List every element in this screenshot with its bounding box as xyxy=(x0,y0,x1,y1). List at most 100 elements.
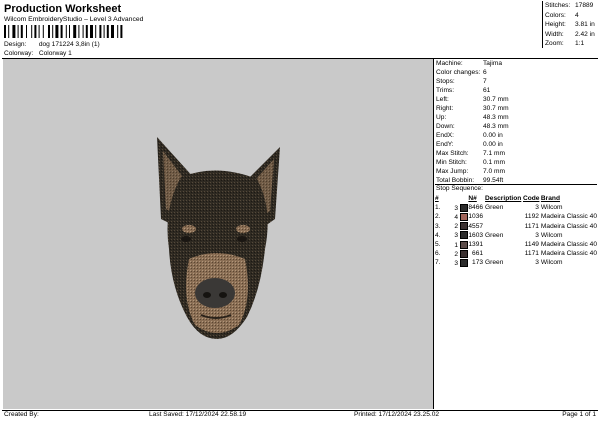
dog-embroidery-preview xyxy=(157,137,280,339)
stop-sequence-title: Stop Sequence: xyxy=(436,185,483,192)
stop-number: 3. xyxy=(435,222,441,230)
design-label: Design: xyxy=(4,41,27,48)
info-max-jump: Max Jump: 7.0 mm xyxy=(436,168,505,175)
stop-number: 6. xyxy=(435,250,441,258)
stop-sequence-row: 1. 3 8466 Green 3 Wilcom xyxy=(435,203,597,212)
machine-info-panel: Machine: Tajima Color changes: 6 Stops: 7 T… xyxy=(435,59,597,409)
info-trims: Trims: 61 xyxy=(436,87,491,94)
barcode xyxy=(4,25,123,38)
color-number: 3 xyxy=(454,203,469,212)
thread-description: Green xyxy=(485,204,504,212)
thread-n: 173 xyxy=(472,259,484,267)
design-canvas[interactable] xyxy=(3,59,433,409)
info-right: Right: 30.7 mm xyxy=(436,105,509,112)
col-n: N# xyxy=(468,195,477,203)
stop-sequence-row: 5. 1 1391 1149 Madeira Classic 40 xyxy=(435,240,597,249)
col-description: Description xyxy=(485,195,522,203)
summary-width: Width: 2.42 in xyxy=(545,30,595,38)
design-value: dog 171224 3,8in (1) xyxy=(38,41,100,48)
info-endx: EndX: 0.00 in xyxy=(436,132,503,139)
info-min-stitch: Min Stitch: 0.1 mm xyxy=(436,159,505,166)
col-code: Code xyxy=(522,195,540,203)
thread-n: 661 xyxy=(472,250,484,258)
color-swatch xyxy=(460,249,469,258)
info-down: Down: 48.3 mm xyxy=(436,123,509,130)
color-number: 1 xyxy=(454,240,469,249)
thread-brand: Madeira Classic 40 xyxy=(540,222,597,230)
stop-sequence-row: 3. 2 4557 1171 Madeira Classic 40 xyxy=(435,222,597,231)
info-color-changes: Color changes: 6 xyxy=(436,69,487,76)
design-row: Design: dog 171224 3,8in (1) xyxy=(4,41,100,48)
info-up: Up: 48.3 mm xyxy=(436,114,509,121)
page-title: Production Worksheet xyxy=(4,3,122,15)
thread-description xyxy=(485,212,523,221)
page-number: Page 1 of 1 xyxy=(562,411,596,418)
thread-code: 1171 xyxy=(524,250,539,258)
thread-description xyxy=(485,240,523,249)
thread-brand: Wilcom xyxy=(540,259,563,267)
col-hash: # xyxy=(435,195,439,203)
color-swatch xyxy=(460,240,469,249)
summary-colors: Colors: 4 xyxy=(545,11,579,19)
thread-n: 1603 xyxy=(468,231,484,239)
summary-divider xyxy=(542,1,543,48)
info-total-bobbin: Total Bobbin: 99.54ft xyxy=(436,177,504,184)
software-subtitle: Wilcom EmbroideryStudio – Level 3 Advanc… xyxy=(4,16,144,23)
thread-n: 1391 xyxy=(468,241,484,249)
thread-code: 3 xyxy=(535,231,539,239)
summary-height: Height: 3.81 in xyxy=(545,21,595,28)
color-number: 4 xyxy=(454,212,469,221)
col-brand: Brand xyxy=(540,195,560,203)
color-number: 2 xyxy=(454,249,469,258)
color-number: 2 xyxy=(454,222,469,231)
stop-number: 5. xyxy=(435,241,441,249)
color-swatch xyxy=(460,203,469,212)
color-number: 3 xyxy=(454,258,469,267)
thread-n: 4557 xyxy=(468,222,484,230)
info-max-stitch: Max Stitch: 7.1 mm xyxy=(436,150,505,157)
thread-code: 3 xyxy=(535,204,539,212)
stop-number: 2. xyxy=(435,213,441,221)
colorway-row: Colorway: Colorway 1 xyxy=(4,50,72,57)
info-left: Left: 30.7 mm xyxy=(436,96,509,103)
summary-stitches: Stitches: 17889 xyxy=(545,2,594,9)
color-number: 3 xyxy=(454,231,469,240)
stop-sequence-table: # N# Description Code Brand 1. 3 8466 Green… xyxy=(435,194,597,268)
thread-description: Green xyxy=(485,231,504,239)
thread-description: Green xyxy=(485,259,504,267)
last-saved: Last Saved: 17/12/2024 22.58.19 xyxy=(149,411,247,418)
color-swatch xyxy=(460,258,469,267)
panel-divider xyxy=(433,59,434,409)
info-stops: Stops: 7 xyxy=(436,78,487,85)
stop-sequence-row: 7. 3 173 Green 3 Wilcom xyxy=(435,258,597,267)
created-by: Created By: xyxy=(4,411,39,418)
thread-n: 1036 xyxy=(468,213,484,221)
thread-brand: Wilcom xyxy=(540,231,563,239)
stop-sequence-header-row: # N# Description Code Brand xyxy=(435,194,597,203)
thread-description xyxy=(485,222,523,231)
thread-brand: Madeira Classic 40 xyxy=(540,241,597,249)
stop-number: 7. xyxy=(435,259,441,267)
stop-sequence-row: 4. 3 1603 Green 3 Wilcom xyxy=(435,231,597,240)
thread-n: 8466 xyxy=(468,204,484,212)
info-machine: Machine: Tajima xyxy=(436,60,503,67)
colorway-value: Colorway 1 xyxy=(38,50,72,57)
thread-brand: Madeira Classic 40 xyxy=(540,213,597,221)
thread-description xyxy=(485,249,523,258)
footer-divider xyxy=(2,410,598,411)
color-swatch xyxy=(460,212,469,221)
thread-brand: Madeira Classic 40 xyxy=(540,250,597,258)
stop-number: 4. xyxy=(435,231,441,239)
stop-sequence-row: 6. 2 661 1171 Madeira Classic 40 xyxy=(435,249,597,258)
thread-code: 1149 xyxy=(524,241,539,249)
color-swatch xyxy=(460,222,469,231)
thread-code: 1192 xyxy=(524,213,539,221)
stop-number: 1. xyxy=(435,204,441,212)
thread-code: 1171 xyxy=(524,222,539,230)
colorway-label: Colorway: xyxy=(4,50,34,57)
col-swatch xyxy=(454,194,468,203)
printed-date: Printed: 17/12/2024 23.25.02 xyxy=(354,411,440,418)
thread-brand: Wilcom xyxy=(540,204,563,212)
thread-code: 3 xyxy=(535,259,539,267)
info-endy: EndY: 0.00 in xyxy=(436,141,503,148)
